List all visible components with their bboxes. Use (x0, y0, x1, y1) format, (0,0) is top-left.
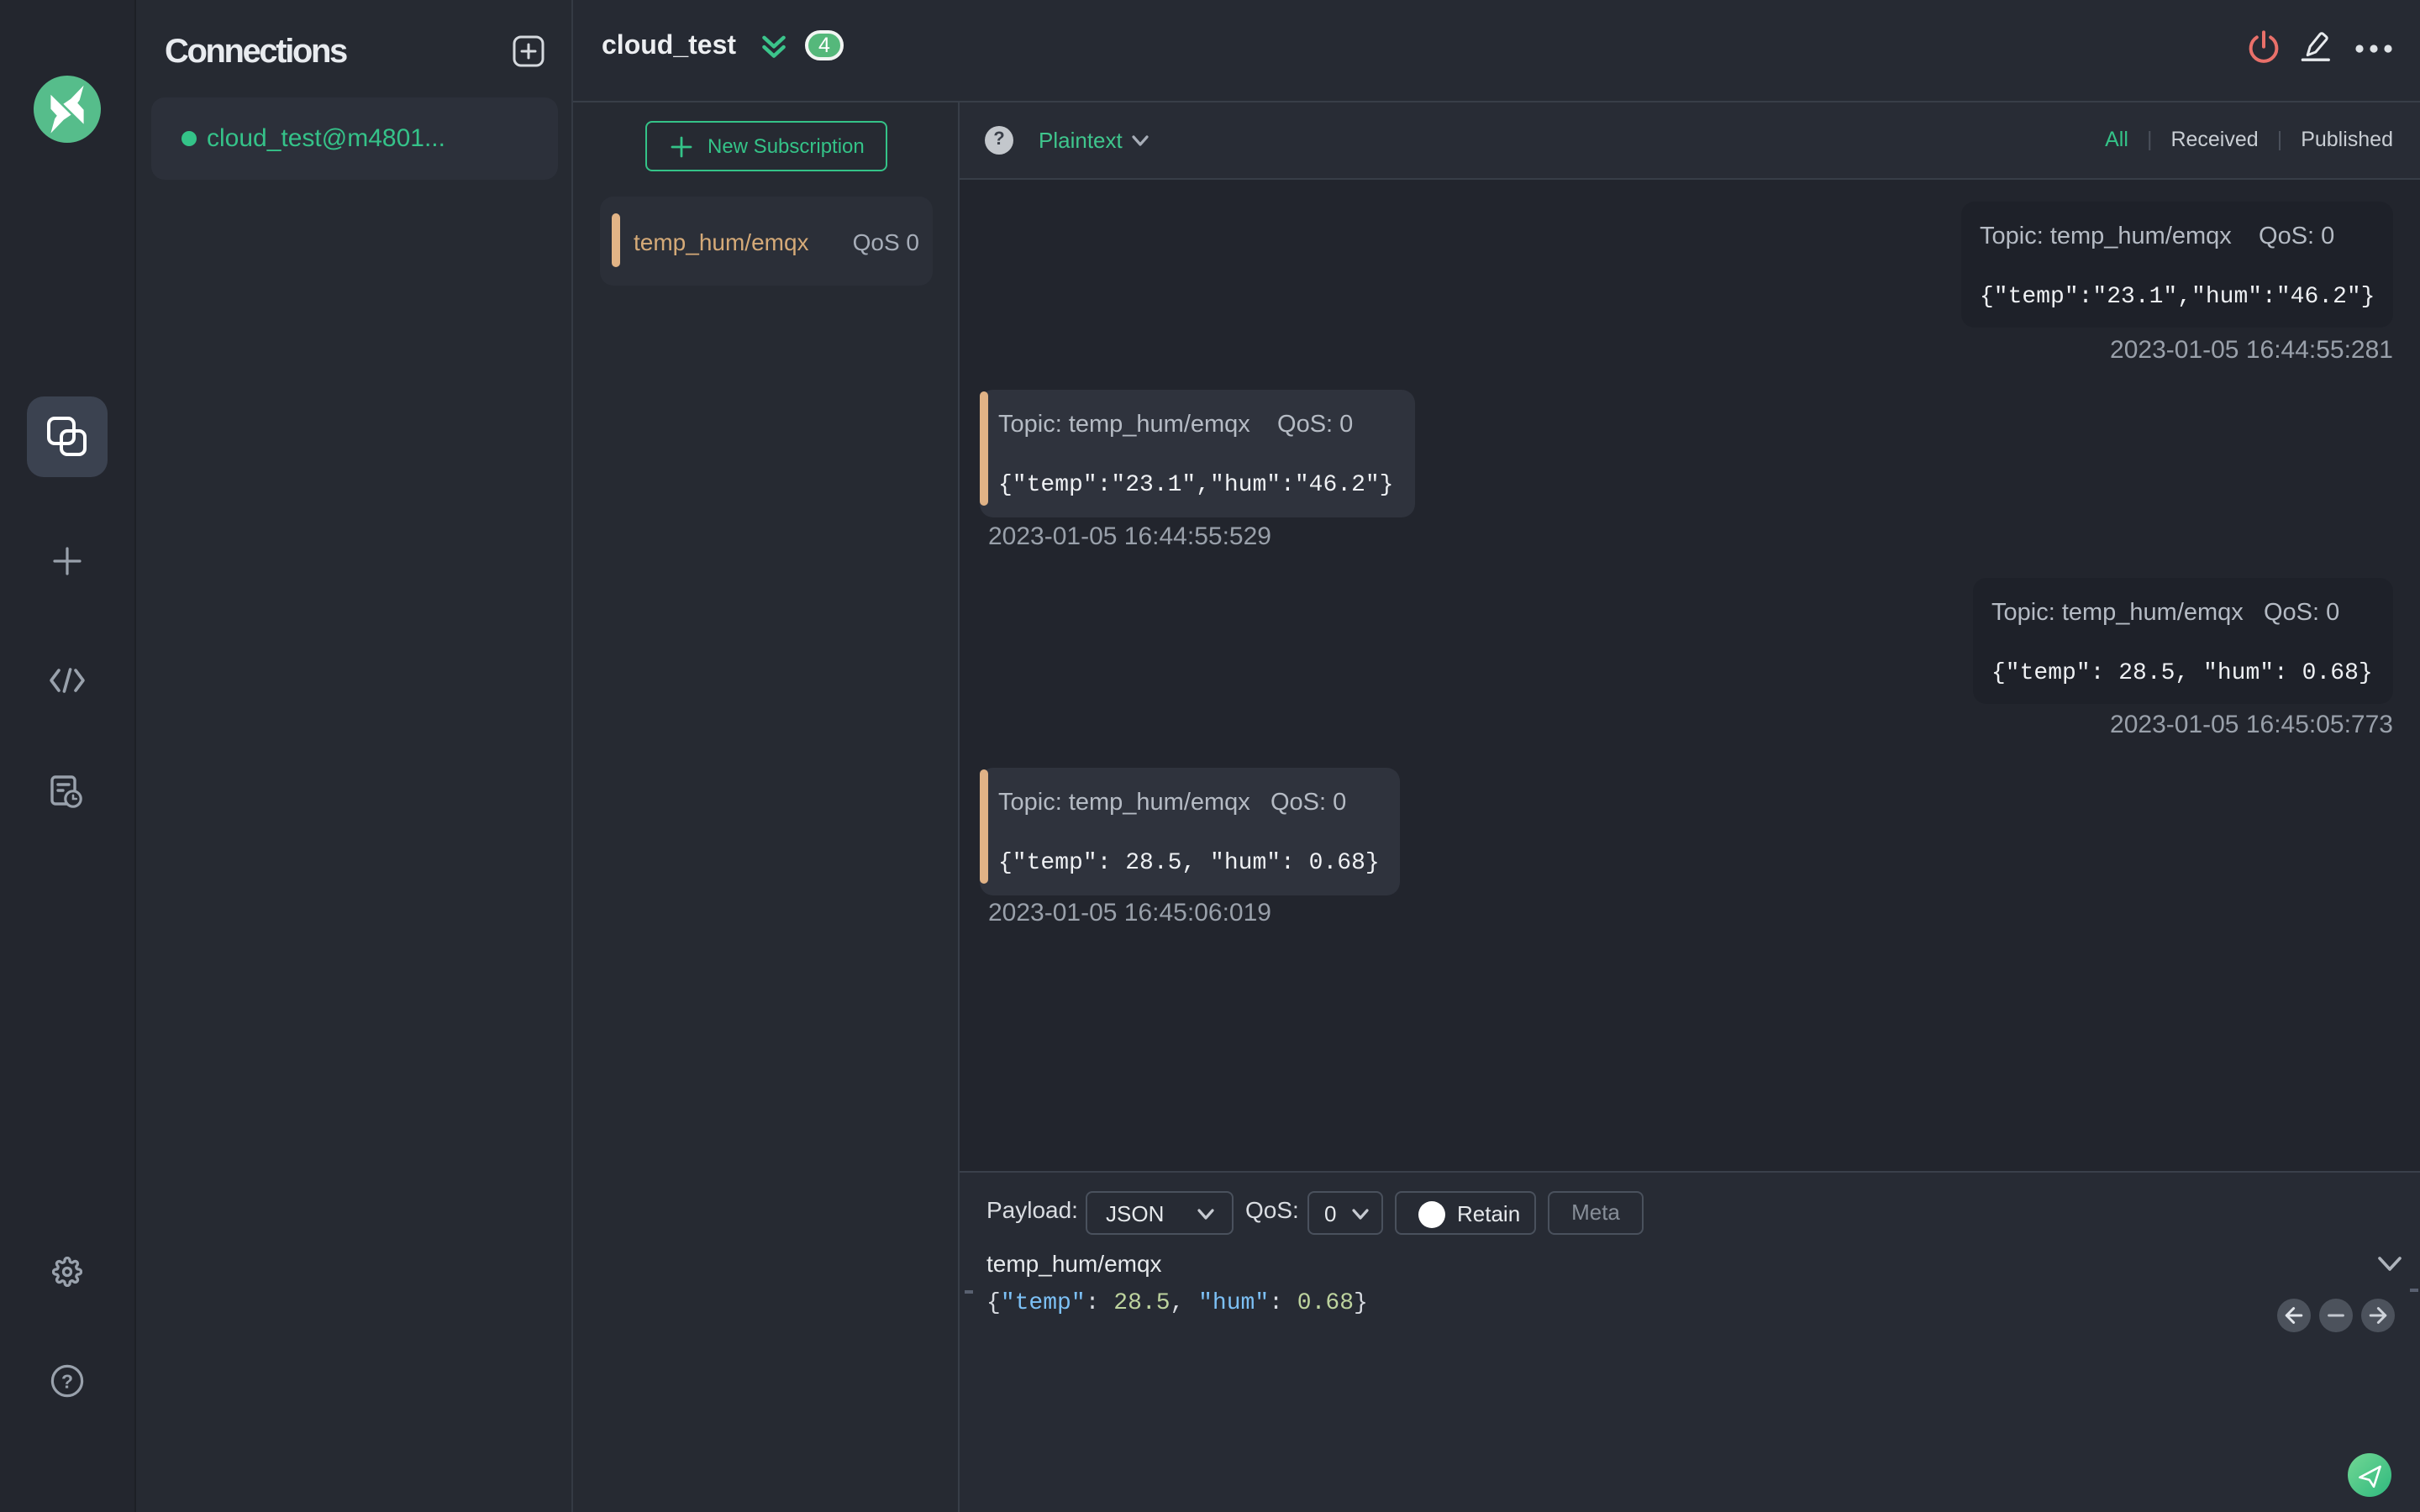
svg-text:?: ? (61, 1370, 73, 1392)
